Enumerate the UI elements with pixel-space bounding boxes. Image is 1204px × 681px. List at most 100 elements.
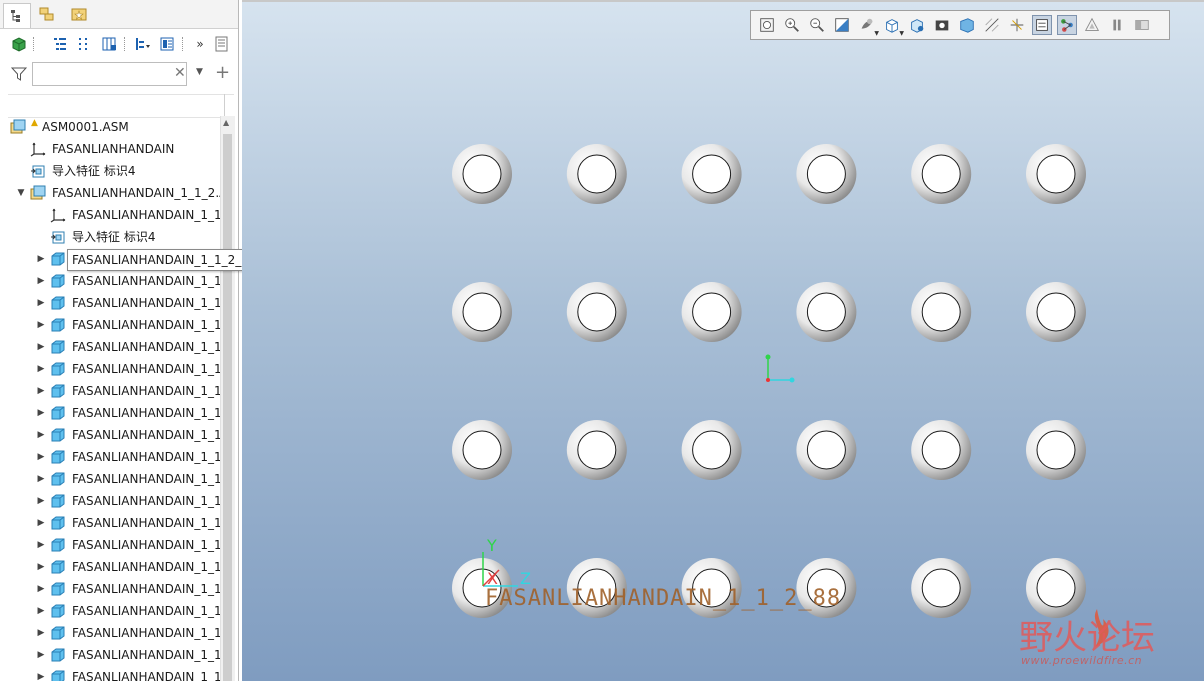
- tree-filter-button[interactable]: [74, 34, 94, 54]
- repaint-button[interactable]: [832, 15, 852, 35]
- hole[interactable]: [452, 420, 512, 480]
- more-tools-button[interactable]: »: [190, 34, 210, 54]
- hole[interactable]: [681, 144, 742, 204]
- filter-funnel-icon[interactable]: [10, 66, 28, 85]
- filter-dropdown-icon[interactable]: ▼: [196, 67, 203, 77]
- hole[interactable]: [911, 558, 972, 618]
- expand-arrow-icon[interactable]: ▶: [36, 578, 46, 600]
- tree-item[interactable]: FASANLIANHANDAIN_1_1: [0, 204, 220, 226]
- tree-item[interactable]: ▼ FASANLIANHANDAIN_1_1_2.A: [0, 182, 220, 204]
- show-icon-button[interactable]: [9, 34, 29, 54]
- perspective-button[interactable]: [932, 15, 952, 35]
- hole[interactable]: [911, 420, 972, 480]
- tree-item[interactable]: 导入特征 标识4: [0, 160, 220, 182]
- spin-center-on-button[interactable]: [1057, 15, 1077, 35]
- saved-orientations-button[interactable]: ▼: [882, 15, 904, 37]
- hole[interactable]: [452, 282, 512, 342]
- hole[interactable]: [1026, 282, 1086, 342]
- hole[interactable]: [796, 420, 857, 480]
- graphics-window[interactable]: Y X Z FASANLIANHANDAIN_1_1_2_88 ▼ ▼ 野火论坛 …: [242, 0, 1204, 681]
- expand-arrow-icon[interactable]: ▶: [36, 380, 46, 402]
- tree-item[interactable]: ▶ FASANLIANHANDAIN_1_1: [0, 600, 220, 622]
- expand-arrow-icon[interactable]: ▶: [36, 336, 46, 358]
- tree-item[interactable]: ▶ FASANLIANHANDAIN_1_1: [0, 446, 220, 468]
- expand-arrow-icon[interactable]: ▶: [36, 666, 46, 681]
- hole[interactable]: [681, 282, 742, 342]
- scroll-up-icon[interactable]: ▲: [223, 118, 229, 127]
- section-button[interactable]: [957, 15, 977, 35]
- hole[interactable]: [911, 282, 972, 342]
- expand-arrow-icon[interactable]: ▶: [36, 490, 46, 512]
- tree-item[interactable]: ▶ FASANLIANHANDAIN_1_1: [0, 424, 220, 446]
- collapse-arrow-icon[interactable]: ▼: [16, 182, 26, 204]
- expand-arrow-icon[interactable]: ▶: [36, 468, 46, 490]
- hole[interactable]: [566, 420, 627, 480]
- tree-item[interactable]: ▶ FASANLIANHANDAIN_1_1: [0, 490, 220, 512]
- view-manager-button[interactable]: [907, 15, 927, 35]
- hole[interactable]: [452, 144, 512, 204]
- hole[interactable]: [566, 144, 627, 204]
- expand-arrow-icon[interactable]: ▶: [36, 270, 46, 292]
- add-filter-icon[interactable]: +: [215, 62, 230, 83]
- scroll-thumb[interactable]: [223, 134, 232, 681]
- tree-root[interactable]: ▲ ASM0001.ASM: [0, 116, 220, 138]
- tree-columns-button[interactable]: [99, 34, 119, 54]
- tree-item[interactable]: ▶ FASANLIANHANDAIN_1_1: [0, 512, 220, 534]
- expand-arrow-icon[interactable]: ▶: [36, 446, 46, 468]
- tree-item[interactable]: ▶ FASANLIANHANDAIN_1_1: [0, 292, 220, 314]
- appearance-button[interactable]: [1132, 15, 1152, 35]
- tree-item[interactable]: ▶ FASANLIANHANDAIN_1_1: [0, 270, 220, 292]
- expand-arrow-icon[interactable]: ▶: [36, 424, 46, 446]
- tree-search-input[interactable]: [32, 62, 187, 86]
- tree-scrollbar[interactable]: ▲: [220, 116, 235, 681]
- expand-arrow-icon[interactable]: ▶: [36, 314, 46, 336]
- layer-button[interactable]: [157, 34, 177, 54]
- pause-button[interactable]: [1107, 15, 1127, 35]
- hole[interactable]: [911, 144, 972, 204]
- show-menu-button[interactable]: [133, 34, 153, 54]
- properties-button[interactable]: [212, 34, 232, 54]
- tree-item[interactable]: 导入特征 标识4: [0, 226, 220, 248]
- tree-item[interactable]: ▶ FASANLIANHANDAIN_1_1: [0, 578, 220, 600]
- hole[interactable]: [796, 144, 857, 204]
- refit-button[interactable]: [757, 15, 777, 35]
- datum-display-button[interactable]: [982, 15, 1002, 35]
- hole[interactable]: [566, 282, 627, 342]
- hole[interactable]: [796, 282, 857, 342]
- hole[interactable]: [681, 420, 742, 480]
- tab-folder-browser[interactable]: [34, 2, 60, 26]
- expand-arrow-icon[interactable]: ▶: [36, 292, 46, 314]
- expand-arrow-icon[interactable]: ▶: [36, 248, 46, 270]
- annotation-display-button[interactable]: [1032, 15, 1052, 35]
- tab-model-tree[interactable]: [3, 3, 31, 28]
- tree-item[interactable]: ▶ FASANLIANHANDAIN_1_1: [0, 314, 220, 336]
- tree-item[interactable]: ▶ FASANLIANHANDAIN_1_1: [0, 468, 220, 490]
- expand-arrow-icon[interactable]: ▶: [36, 402, 46, 424]
- tree-item[interactable]: ▶ FASANLIANHANDAIN_1_1: [0, 556, 220, 578]
- zoom-out-button[interactable]: [807, 15, 827, 35]
- tree-item[interactable]: ▶ FASANLIANHANDAIN_1_1: [0, 622, 220, 644]
- tree-item[interactable]: ▶ FASANLIANHANDAIN_1_1: [0, 358, 220, 380]
- expand-arrow-icon[interactable]: ▶: [36, 622, 46, 644]
- expand-arrow-icon[interactable]: ▶: [36, 512, 46, 534]
- tree-item[interactable]: ▶ FASANLIANHANDAIN_1_1: [0, 666, 220, 681]
- tree-item[interactable]: ▶ FASANLIANHANDAIN_1_1: [0, 534, 220, 556]
- tree-item[interactable]: ▶ FASANLIANHANDAIN_1_1: [0, 402, 220, 424]
- tree-settings-button[interactable]: [50, 34, 70, 54]
- expand-arrow-icon[interactable]: ▶: [36, 600, 46, 622]
- expand-arrow-icon[interactable]: ▶: [36, 534, 46, 556]
- triangle-button[interactable]: [1082, 15, 1102, 35]
- clear-search-icon[interactable]: ✕: [174, 65, 186, 81]
- hole[interactable]: [1026, 420, 1086, 480]
- zoom-in-button[interactable]: [782, 15, 802, 35]
- spin-center-button[interactable]: [1007, 15, 1027, 35]
- tree-item[interactable]: ▶ FASANLIANHANDAIN_1_1: [0, 336, 220, 358]
- hole[interactable]: [1026, 144, 1086, 204]
- display-style-button[interactable]: ▼: [857, 15, 879, 37]
- tree-item[interactable]: FASANLIANHANDAIN: [0, 138, 220, 160]
- tree-item[interactable]: ▶ FASANLIANHANDAIN_1_1: [0, 380, 220, 402]
- tree-item[interactable]: ▶ FASANLIANHANDAIN_1_1: [0, 644, 220, 666]
- expand-arrow-icon[interactable]: ▶: [36, 644, 46, 666]
- expand-arrow-icon[interactable]: ▶: [36, 358, 46, 380]
- tab-favorites[interactable]: [66, 2, 92, 26]
